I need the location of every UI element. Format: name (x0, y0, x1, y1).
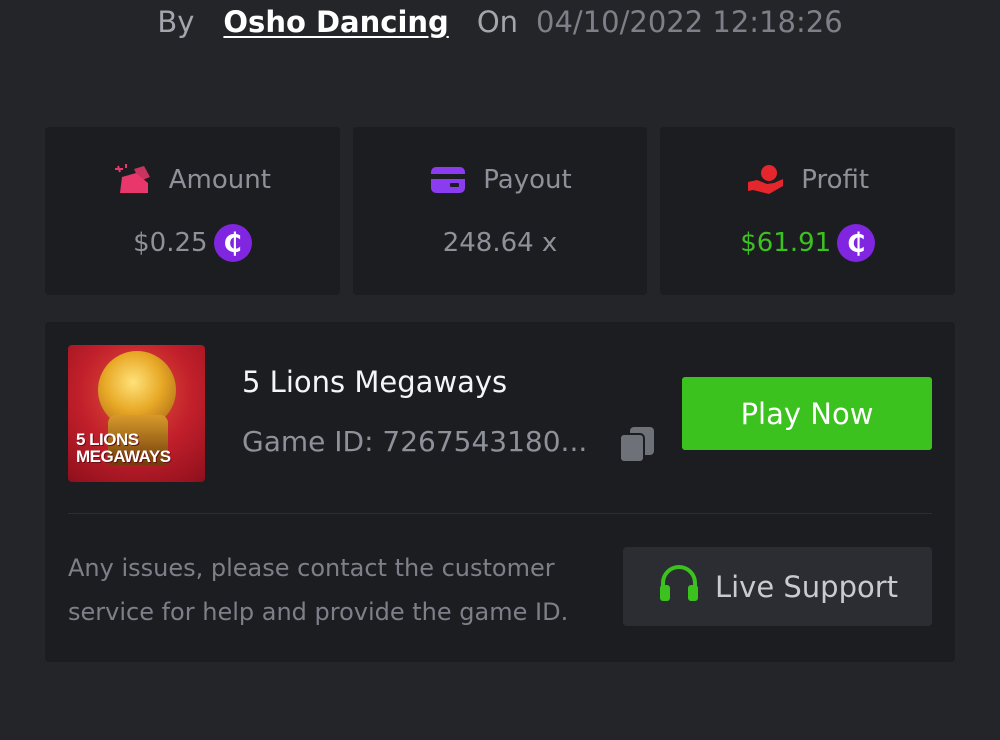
by-label: By (157, 5, 195, 39)
game-id: Game ID: 7267543180... (242, 425, 588, 458)
thumbnail-logo: 5 LIONS MEGAWAYS (76, 430, 171, 466)
bet-byline: By Osho Dancing On 04/10/2022 12:18:26 (0, 2, 1000, 42)
card-icon (428, 163, 468, 197)
profit-label: Profit (801, 165, 870, 195)
headset-icon (657, 563, 701, 610)
payout-label: Payout (483, 165, 572, 195)
profit-card: Profit $61.91 ₵ (660, 127, 956, 295)
hand-coin-icon (746, 163, 786, 197)
copy-icon[interactable] (618, 425, 656, 463)
amount-label: Amount (168, 165, 271, 195)
divider (68, 513, 932, 514)
payout-card: Payout 248.64 x (352, 127, 648, 295)
game-thumbnail[interactable]: 5 LIONS MEGAWAYS (68, 345, 205, 482)
coin-icon: ₵ (837, 224, 876, 262)
support-help-text: Any issues, please contact the customer … (68, 554, 569, 626)
bet-stats: Amount $0.25 ₵ Payout 248.64 x Profit $6… (45, 127, 956, 295)
game-panel: 5 LIONS MEGAWAYS 5 Lions Megaways Game I… (45, 322, 955, 662)
bet-detail-page: By Osho Dancing On 04/10/2022 12:18:26 A… (0, 0, 1000, 740)
payout-value: 248.64 x (442, 228, 558, 258)
coin-icon: ₵ (213, 224, 252, 262)
amount-value: $0.25 (133, 228, 208, 258)
game-title: 5 Lions Megaways (242, 365, 508, 399)
amount-card: Amount $0.25 ₵ (45, 127, 340, 295)
bet-amount-icon (114, 163, 154, 197)
live-support-button[interactable]: Live Support (623, 547, 932, 626)
on-label: On (476, 5, 519, 39)
live-support-label: Live Support (714, 569, 899, 604)
author-link[interactable]: Osho Dancing (223, 5, 448, 39)
profit-value: $61.91 (740, 228, 832, 258)
play-now-button[interactable]: Play Now (682, 377, 932, 450)
bet-datetime: 04/10/2022 12:18:26 (536, 5, 843, 39)
